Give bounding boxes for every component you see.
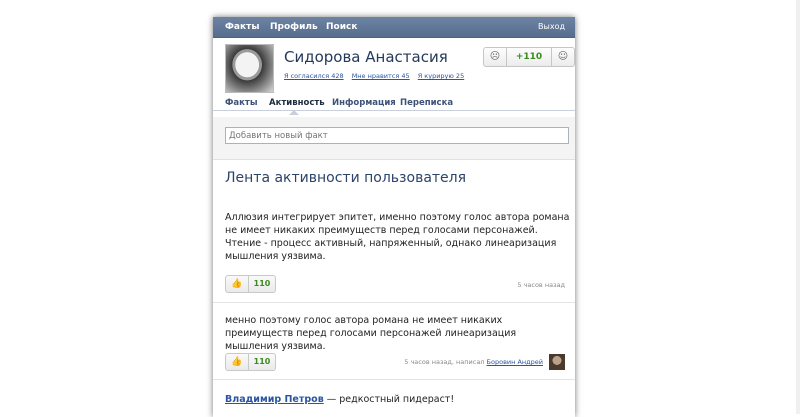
tab-information[interactable]: Информация (332, 98, 396, 108)
comment-dash: — (323, 394, 340, 405)
author-avatar[interactable] (549, 354, 565, 370)
post-divider (213, 302, 575, 303)
like-button[interactable]: 👍 110 (225, 353, 276, 371)
sad-face-icon[interactable]: ☹ (484, 48, 506, 66)
post-meta: 5 часов назад, написал Боровин Андрей (404, 358, 543, 366)
nav-search[interactable]: Поиск (326, 17, 357, 37)
post-text: менно поэтому голос автора романа не име… (225, 315, 517, 352)
tab-facts[interactable]: Факты (225, 98, 258, 108)
vote-score: +110 (506, 48, 552, 66)
avatar[interactable] (225, 44, 274, 93)
post-text: Аллюзия интегрирует эпитет, именно поэто… (225, 212, 570, 262)
comment-author-link[interactable]: Владимир Петров (225, 394, 324, 405)
feed-title: Лента активности пользователя (225, 170, 467, 186)
thumbs-up-icon[interactable]: 👍 (226, 354, 249, 370)
post-divider (213, 379, 575, 380)
active-tab-pointer (289, 110, 299, 115)
like-count: 110 (253, 357, 271, 366)
post-time: 5 часов назад, написал (404, 358, 485, 366)
comment: Владимир Петров — редкостный пидераст! (225, 394, 454, 405)
stat-agreed[interactable]: Я согласился 428 (284, 72, 344, 80)
tab-activity[interactable]: Активность (269, 98, 325, 108)
like-button[interactable]: 👍 110 (225, 275, 276, 293)
page-scrollbar[interactable] (796, 0, 800, 414)
thumbs-up-icon[interactable]: 👍 (226, 276, 249, 292)
like-count: 110 (253, 279, 271, 288)
stat-likes[interactable]: Мне нравится 45 (352, 72, 410, 80)
profile-name: Сидорова Анастасия (284, 48, 448, 66)
add-fact-input[interactable] (225, 127, 569, 144)
tab-correspondence[interactable]: Переписка (400, 98, 453, 108)
app-window: Факты Профиль Поиск Выход Сидорова Анаст… (213, 17, 575, 417)
nav-exit[interactable]: Выход (538, 17, 565, 37)
post-time: 5 часов назад (517, 281, 565, 289)
profile-stats: Я согласился 428 Мне нравится 45 Я курир… (284, 72, 470, 80)
add-fact-area (213, 117, 575, 160)
profile-tabs: Факты Активность Информация Переписка (213, 95, 575, 115)
nav-profile[interactable]: Профиль (270, 17, 318, 37)
stat-curating[interactable]: Я курирую 25 (418, 72, 465, 80)
vote-widget: ☹ +110 ☺ (483, 47, 575, 67)
nav-facts[interactable]: Факты (225, 17, 259, 37)
post-author-link[interactable]: Боровин Андрей (487, 358, 543, 366)
top-navigation: Факты Профиль Поиск Выход (213, 17, 575, 38)
comment-text: редкостный пидераст! (339, 394, 455, 405)
smile-face-icon[interactable]: ☺ (552, 48, 574, 66)
